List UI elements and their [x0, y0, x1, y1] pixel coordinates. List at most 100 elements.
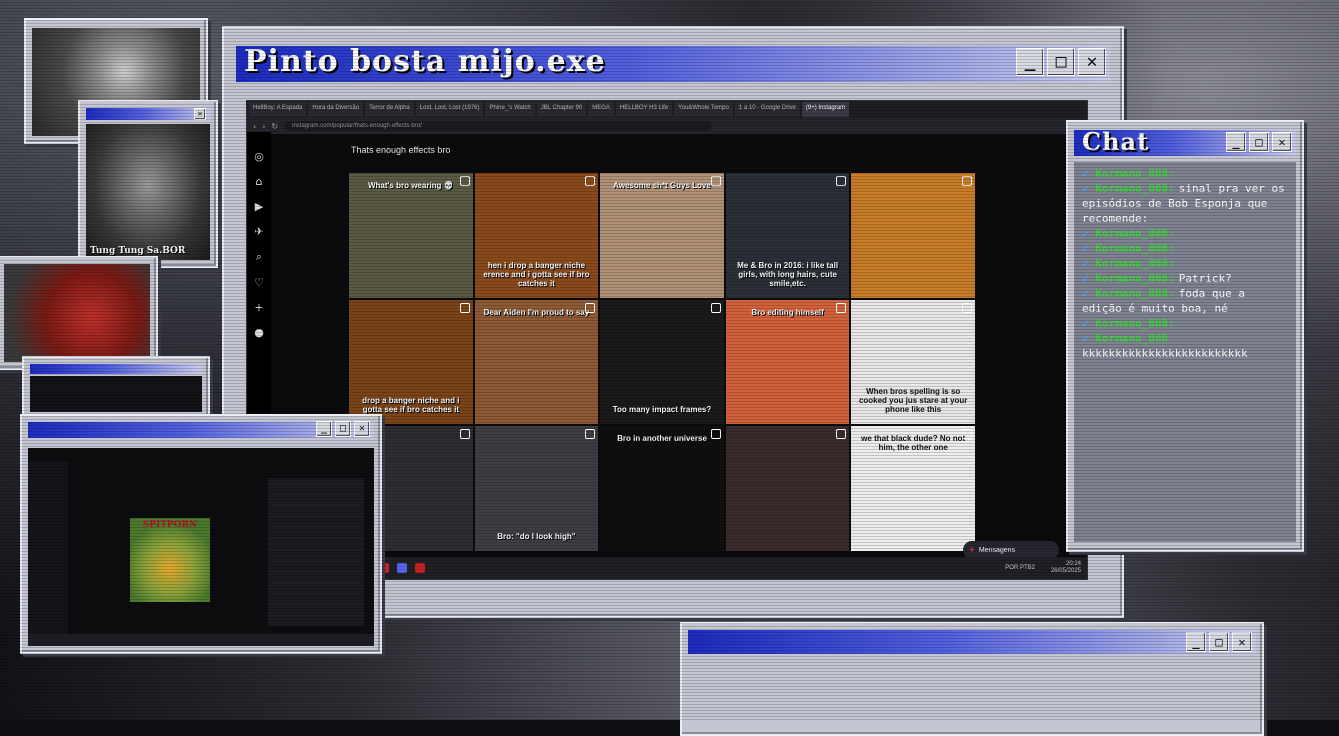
user-badge-icon: ✔: [1082, 227, 1096, 240]
user-badge-icon: ✔: [1082, 287, 1096, 300]
browser-tabs: HellBoy: A Espada Hora da Diversão Terro…: [247, 101, 1087, 118]
recorder-icon[interactable]: [415, 563, 425, 573]
maximize-button[interactable]: □: [1047, 48, 1075, 76]
playlist-panel: [268, 478, 364, 626]
clock[interactable]: 20:24 26/05/2025: [1051, 561, 1081, 575]
player-titlebar[interactable]: _ □ ✕: [28, 421, 374, 438]
reel-tile[interactable]: What's bro wearing 💀: [349, 173, 473, 298]
reel-tile[interactable]: Bro editing himself: [725, 299, 850, 425]
search-icon[interactable]: ⌕: [256, 250, 262, 264]
address-bar[interactable]: instagram.com/popular/thats-enough-effec…: [284, 121, 713, 131]
music-player-window: _ □ ✕ SPITPORN: [20, 414, 382, 654]
profile-icon[interactable]: ●: [254, 326, 264, 339]
angry-bird-window: [0, 256, 158, 370]
close-button[interactable]: ✕: [194, 108, 206, 120]
forward-icon[interactable]: ›: [262, 122, 265, 131]
chat-username[interactable]: Kormano_008:: [1095, 242, 1174, 255]
reels-icon[interactable]: ▶: [255, 200, 263, 213]
chat-username[interactable]: Kormano_008:: [1095, 182, 1174, 195]
reel-tile[interactable]: we that black dude? No not him, the othe…: [851, 426, 975, 551]
browser-tab[interactable]: Terror de Alpha: [365, 102, 414, 117]
reel-tile[interactable]: hen i drop a banger niche erence and i g…: [474, 173, 599, 298]
close-button[interactable]: ✕: [1232, 632, 1252, 652]
tung-tung-titlebar[interactable]: ✕: [86, 108, 210, 120]
browser-tab[interactable]: JBL Chapter 90: [536, 102, 587, 117]
messages-icon[interactable]: ✈: [254, 225, 263, 238]
minimize-button[interactable]: _: [1016, 48, 1044, 76]
chat-title: Chat: [1082, 127, 1150, 156]
browser-tab[interactable]: Hora da Diversão: [308, 102, 364, 117]
reel-tile[interactable]: Awesome sh*t Guys Love: [600, 173, 724, 298]
clock-date: 26/05/2025: [1050, 568, 1081, 574]
chat-username[interactable]: Kormano_008:: [1095, 287, 1174, 300]
reel-tile[interactable]: [851, 173, 975, 298]
reel-tile[interactable]: Me & Bro in 2016: i like tall girls, wit…: [725, 173, 850, 298]
create-icon[interactable]: +: [254, 301, 263, 314]
browser-tab-active[interactable]: (9+) Instagram: [801, 102, 850, 117]
system-tray[interactable]: POR PTB2: [1005, 565, 1035, 572]
reload-icon[interactable]: ↻: [271, 122, 278, 131]
chat-username[interactable]: Kormano_008:: [1095, 317, 1174, 330]
reel-tile[interactable]: [725, 426, 850, 551]
reel-tile[interactable]: Bro in another universe: [600, 426, 724, 551]
chat-username[interactable]: Kormano_008:: [1095, 272, 1174, 285]
address-bar-row: ‹ › ↻ instagram.com/popular/thats-enough…: [247, 118, 1087, 134]
back-icon[interactable]: ‹: [253, 122, 256, 131]
reel-caption: When bros spelling is so cooked you jus …: [858, 387, 968, 415]
main-window-title: Pinto bosta mijo.exe: [244, 44, 606, 79]
main-window-titlebar[interactable]: Pinto bosta mijo.exe _ □ ✕: [236, 44, 1110, 82]
chat-message: kkkkkkkkkkkkkkkkkkkkkkkkk: [1082, 347, 1248, 360]
chat-message: ✔ Kormano_008:: [1082, 241, 1288, 256]
close-button[interactable]: ✕: [354, 421, 370, 437]
playback-bar[interactable]: [28, 634, 374, 646]
reels-grid: What's bro wearing 💀 hen i drop a banger …: [349, 173, 975, 551]
reel-tile[interactable]: Bro: "do I look high": [474, 426, 599, 551]
reel-tile[interactable]: Too many impact frames?: [600, 299, 724, 425]
reel-icon: [961, 176, 972, 186]
browser-tab[interactable]: HellBoy: A Espada: [249, 102, 307, 117]
chat-username[interactable]: Kormano_008:: [1095, 227, 1174, 240]
chat-titlebar[interactable]: Chat _ □ ✕: [1074, 127, 1296, 156]
album-art-title: SPITPORN: [142, 520, 198, 530]
minimize-button[interactable]: _: [1186, 632, 1206, 652]
chat-username[interactable]: Kormano_008:: [1095, 167, 1174, 180]
chat-message: ✔ Kormano_008:: [1082, 256, 1288, 271]
player-sidebar: [28, 462, 68, 634]
browser-tab[interactable]: HELLBOY H3 Life: [615, 102, 673, 117]
browser-tab[interactable]: You&Whole Tempo: [674, 102, 733, 117]
user-badge-icon: ✔: [1082, 242, 1096, 255]
reel-icon: [710, 176, 721, 186]
maximize-button[interactable]: □: [1209, 632, 1229, 652]
reel-icon: [961, 302, 972, 313]
messages-label: Mensagens: [978, 546, 1016, 554]
reel-icon: [459, 429, 470, 440]
small-window-titlebar[interactable]: [30, 364, 202, 374]
minimize-button[interactable]: _: [1226, 132, 1246, 152]
minimize-button[interactable]: _: [316, 421, 332, 437]
browser-tab[interactable]: Lost, Lost, Lost (1976): [415, 102, 484, 117]
browser-tab[interactable]: Phine_'s Watch: [485, 102, 535, 117]
notifications-icon[interactable]: ♡: [254, 276, 264, 289]
chat-window: Chat _ □ ✕ ✔ Kormano_008: ✔ Kormano_008: s…: [1066, 120, 1304, 552]
close-button[interactable]: ✕: [1078, 48, 1106, 76]
chat-username[interactable]: Kormano_008:: [1095, 257, 1174, 270]
reel-tile[interactable]: Dear Aiden I'm proud to say: [474, 299, 599, 425]
chat-message: ✔ Kormano_008:: [1082, 166, 1288, 181]
feed-title: Thats enough effects bro: [351, 145, 451, 155]
empty-window-titlebar[interactable]: _ □ ✕: [688, 630, 1256, 654]
reel-tile[interactable]: When bros spelling is so cooked you jus …: [851, 299, 975, 425]
browser-tab[interactable]: 1 a 10 - Google Drive: [734, 102, 800, 117]
close-button[interactable]: ✕: [1272, 132, 1292, 152]
chat-username[interactable]: Kormano_008: [1095, 332, 1168, 345]
user-badge-icon: ✔: [1082, 182, 1096, 195]
reel-tile[interactable]: drop a banger niche and i gotta see if b…: [349, 299, 473, 425]
reel-caption: Too many impact frames?: [612, 405, 712, 415]
discord-icon[interactable]: [397, 563, 407, 573]
chat-message: ✔ Kormano_008: foda que a edição é muito …: [1082, 286, 1288, 316]
maximize-button[interactable]: □: [1249, 132, 1269, 152]
reel-icon: [710, 429, 721, 440]
browser-tab[interactable]: MEGA: [588, 102, 614, 117]
home-icon[interactable]: ⌂: [256, 175, 263, 188]
instagram-logo-icon[interactable]: ◎: [254, 150, 264, 163]
maximize-button[interactable]: □: [335, 421, 351, 437]
